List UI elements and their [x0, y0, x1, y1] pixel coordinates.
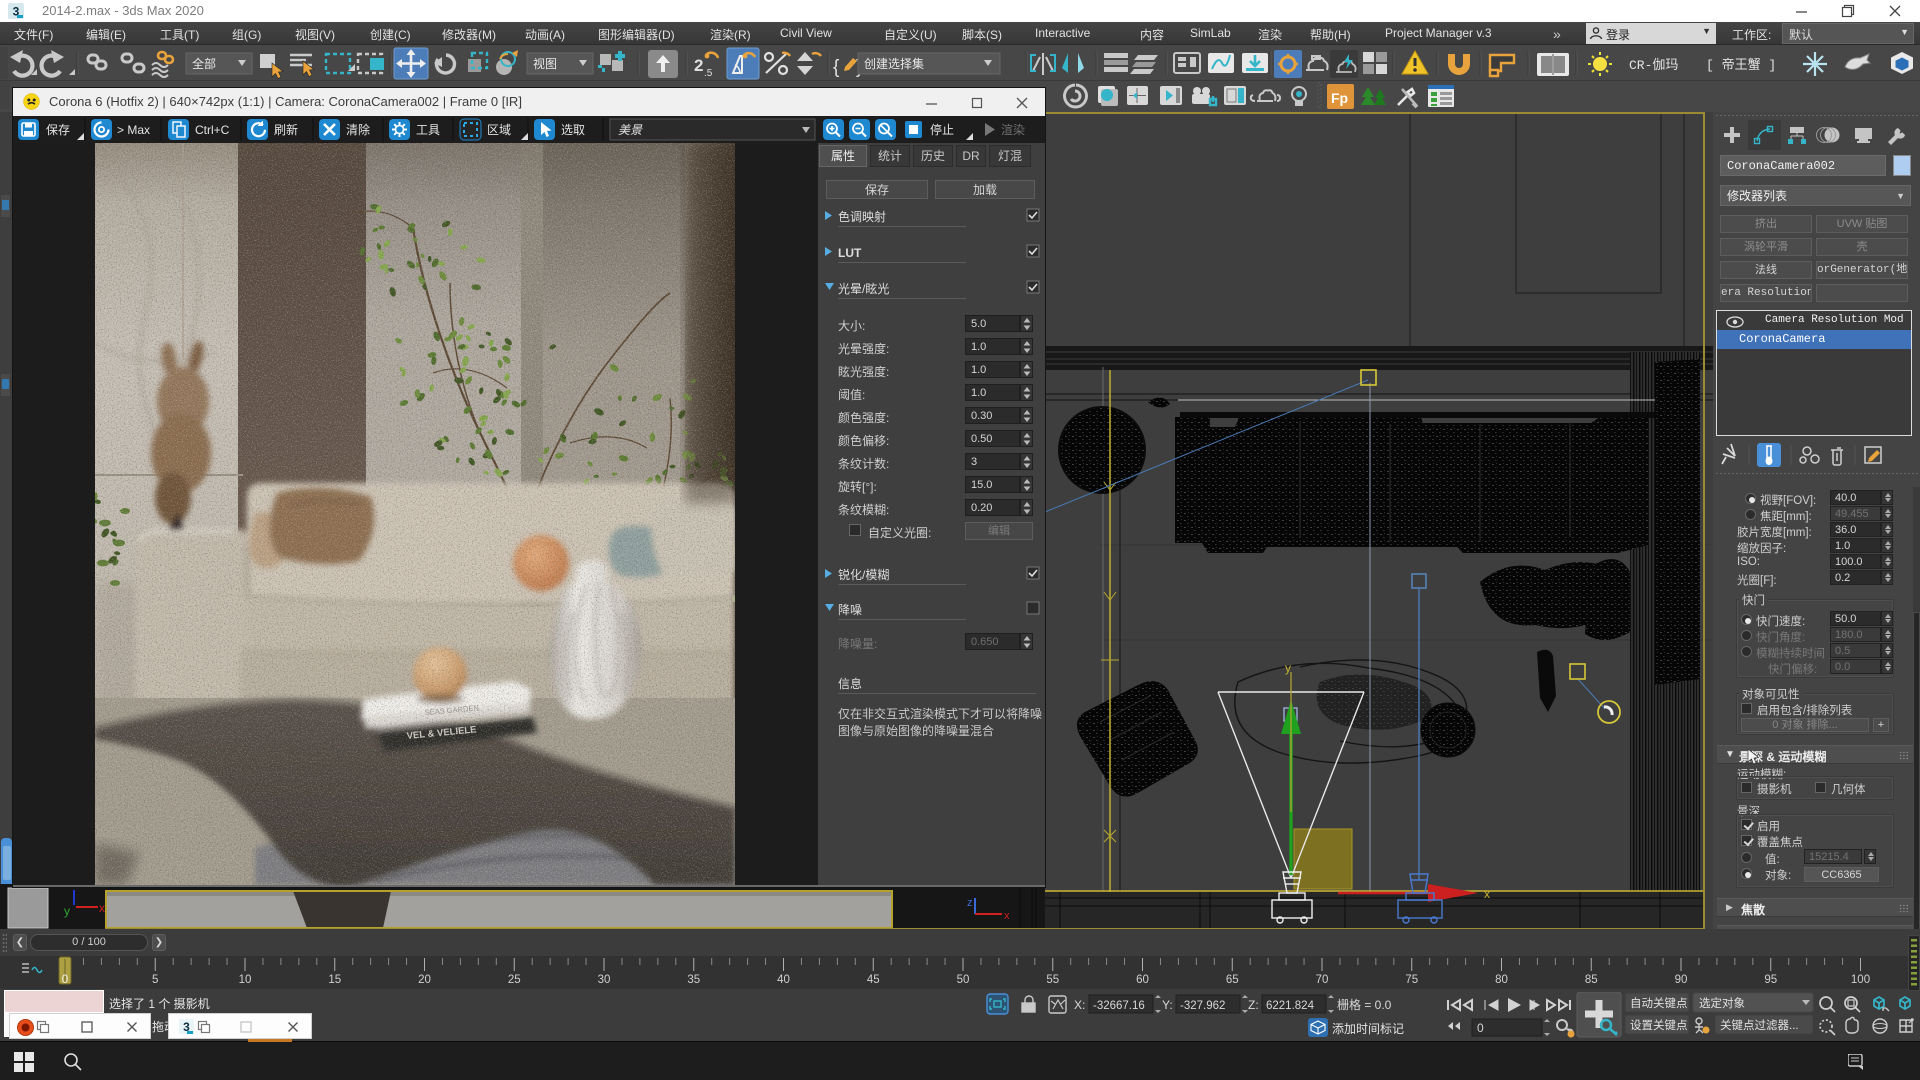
svg-text:45: 45 — [867, 974, 880, 986]
svg-text:80: 80 — [1495, 974, 1508, 986]
svg-text:70: 70 — [1316, 974, 1329, 986]
svg-text:X:: X: — [1074, 998, 1085, 1012]
svg-text:0: 0 — [62, 974, 68, 986]
svg-text:-327.962: -327.962 — [1180, 1000, 1225, 1012]
svg-text:100: 100 — [1851, 974, 1870, 986]
svg-text:选取: 选取 — [561, 123, 585, 137]
svg-text:美景: 美景 — [618, 123, 643, 137]
svg-text:Ctrl+C: Ctrl+C — [195, 123, 230, 137]
svg-text:y: y — [64, 904, 70, 918]
svg-text:{: { — [833, 57, 840, 78]
svg-text:5: 5 — [152, 974, 158, 986]
svg-text:30: 30 — [598, 974, 611, 986]
svg-text:20: 20 — [418, 974, 431, 986]
svg-text:渲染: 渲染 — [1001, 122, 1025, 137]
svg-text:25: 25 — [508, 974, 521, 986]
svg-text:仅在非交互式渲染模式下才可以将降噪: 仅在非交互式渲染模式下才可以将降噪 — [838, 706, 1042, 721]
svg-text:设置关键点: 设置关键点 — [1630, 1018, 1688, 1032]
svg-text:y: y — [1285, 661, 1291, 675]
svg-text:刷新: 刷新 — [274, 122, 298, 137]
svg-text:关键点过滤器...: 关键点过滤器... — [1720, 1018, 1799, 1032]
svg-text:CR-伽玛: CR-伽玛 — [1629, 58, 1678, 73]
svg-text:35: 35 — [687, 974, 700, 986]
svg-text:区域: 区域 — [487, 123, 511, 137]
svg-text:停止: 停止 — [930, 122, 954, 137]
svg-text:90: 90 — [1675, 974, 1688, 986]
svg-text:色调映射: 色调映射 — [838, 209, 886, 224]
svg-text:x: x — [1484, 887, 1490, 901]
svg-text:栅格 = 0.0: 栅格 = 0.0 — [1337, 997, 1392, 1012]
svg-text:55: 55 — [1046, 974, 1059, 986]
svg-text:全部: 全部 — [192, 56, 216, 71]
svg-text:85: 85 — [1585, 974, 1598, 986]
svg-text:60: 60 — [1136, 974, 1149, 986]
svg-text:Fp: Fp — [1331, 90, 1348, 106]
svg-text:.5: .5 — [704, 68, 713, 79]
svg-text:40: 40 — [777, 974, 790, 986]
svg-text:75: 75 — [1405, 974, 1418, 986]
svg-text:Z:: Z: — [1248, 998, 1259, 1012]
svg-text:[ 帝王蟹 ]: [ 帝王蟹 ] — [1706, 57, 1776, 73]
svg-text:6221.824: 6221.824 — [1266, 1000, 1315, 1012]
svg-text:-32667.16: -32667.16 — [1093, 1000, 1145, 1012]
svg-text:清除: 清除 — [346, 122, 370, 137]
svg-text:65: 65 — [1226, 974, 1239, 986]
svg-text:z: z — [967, 897, 973, 909]
svg-text:95: 95 — [1764, 974, 1777, 986]
svg-text:信息: 信息 — [838, 676, 862, 691]
svg-text:0: 0 — [1477, 1021, 1484, 1035]
svg-text:x: x — [1004, 910, 1010, 922]
svg-text:选定对象: 选定对象 — [1699, 996, 1745, 1010]
svg-text:光晕/眩光: 光晕/眩光 — [838, 281, 889, 296]
svg-text:x: x — [99, 901, 105, 915]
svg-text:添加时间标记: 添加时间标记 — [1332, 1022, 1404, 1036]
svg-text:Y:: Y: — [1162, 998, 1173, 1012]
svg-text:创建选择集: 创建选择集 — [864, 56, 924, 71]
svg-text:15: 15 — [328, 974, 341, 986]
svg-text:2: 2 — [694, 56, 703, 75]
svg-text:锐化/模糊: 锐化/模糊 — [838, 567, 889, 582]
svg-text:降噪: 降噪 — [838, 603, 862, 617]
svg-text:10: 10 — [239, 974, 252, 986]
svg-text:50: 50 — [957, 974, 970, 986]
svg-text:LUT: LUT — [838, 246, 862, 260]
svg-text:图像与原始图像的降噪量混合: 图像与原始图像的降噪量混合 — [838, 723, 994, 738]
svg-text:工具: 工具 — [416, 123, 440, 137]
svg-text:视图: 视图 — [533, 56, 557, 71]
svg-text:> Max: > Max — [117, 123, 150, 137]
svg-text:保存: 保存 — [46, 123, 70, 137]
svg-text:自动关键点: 自动关键点 — [1630, 996, 1688, 1010]
